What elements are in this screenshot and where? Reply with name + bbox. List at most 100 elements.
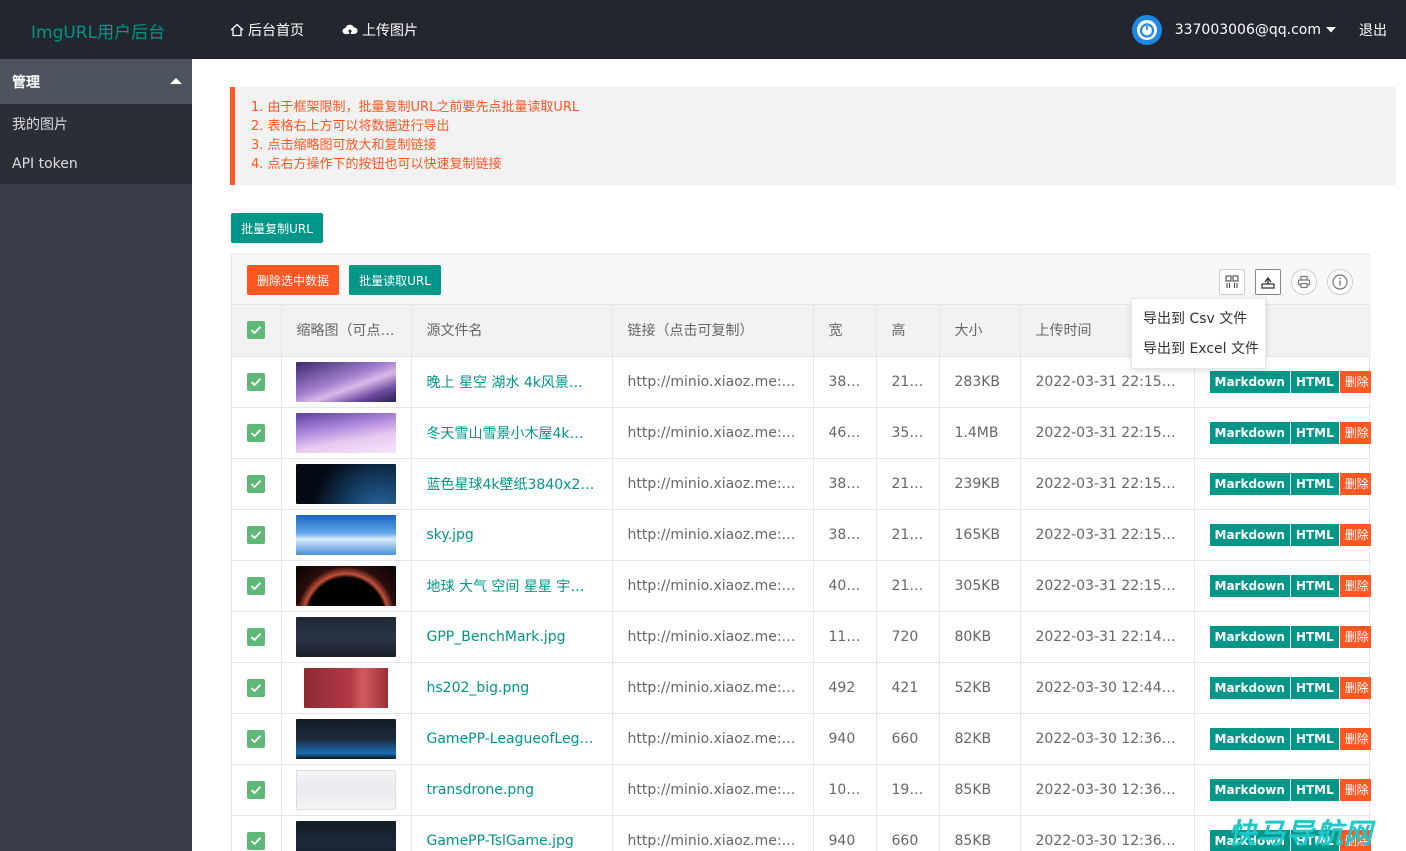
- sidebar-item-my-images[interactable]: 我的图片: [0, 104, 192, 144]
- thumbnail-image[interactable]: [295, 463, 396, 504]
- delete-button[interactable]: 删除: [1339, 421, 1371, 444]
- row-checkbox[interactable]: [247, 831, 265, 850]
- filename-cell[interactable]: 地球 大气 空间 星星 宇宙 4k壁纸.jpg: [411, 560, 613, 612]
- app-logo[interactable]: ImgURL用户后台: [31, 18, 165, 43]
- thumbnail-image[interactable]: [295, 616, 396, 657]
- html-button[interactable]: HTML: [1290, 676, 1340, 699]
- markdown-button[interactable]: Markdown: [1209, 727, 1291, 750]
- link-cell[interactable]: http://minio.xiaoz.me:9000/imgurl/...: [612, 560, 814, 612]
- markdown-button[interactable]: Markdown: [1209, 523, 1291, 546]
- html-button[interactable]: HTML: [1290, 523, 1340, 546]
- delete-button[interactable]: 删除: [1339, 370, 1371, 393]
- row-checkbox-cell[interactable]: [232, 662, 282, 714]
- select-all-cell[interactable]: [232, 305, 282, 357]
- chevron-down-icon[interactable]: [1325, 26, 1337, 34]
- row-checkbox[interactable]: [247, 372, 265, 391]
- link-cell[interactable]: http://minio.xiaoz.me:9000/imgurl/...: [612, 458, 814, 510]
- thumbnail-image[interactable]: [295, 361, 396, 402]
- delete-button[interactable]: 删除: [1339, 472, 1371, 495]
- export-csv-option[interactable]: 导出到 Csv 文件: [1132, 304, 1265, 334]
- thumbnail-image[interactable]: [295, 718, 396, 759]
- html-button[interactable]: HTML: [1290, 421, 1340, 444]
- thumbnail-cell[interactable]: [281, 611, 412, 663]
- nav-upload[interactable]: 上传图片: [342, 20, 418, 40]
- filename-cell[interactable]: sky.jpg: [411, 509, 613, 561]
- link-cell[interactable]: http://minio.xiaoz.me:9000/imgurl/...: [612, 356, 814, 408]
- sidebar-group-manage[interactable]: 管理: [0, 59, 192, 104]
- markdown-button[interactable]: Markdown: [1209, 676, 1291, 699]
- thumbnail-cell[interactable]: [281, 356, 412, 408]
- select-all-checkbox[interactable]: [247, 321, 265, 340]
- row-checkbox[interactable]: [247, 729, 265, 748]
- thumbnail-cell[interactable]: [281, 764, 412, 816]
- filename-cell[interactable]: transdrone.png: [411, 764, 613, 816]
- user-email[interactable]: 337003006@qq.com: [1175, 22, 1321, 38]
- row-checkbox-cell[interactable]: [232, 611, 282, 663]
- thumbnail-image[interactable]: [295, 820, 396, 851]
- batch-copy-url-button[interactable]: 批量复制URL: [231, 213, 323, 243]
- row-checkbox-cell[interactable]: [232, 560, 282, 612]
- logout-link[interactable]: 退出: [1359, 20, 1387, 40]
- print-icon[interactable]: [1291, 269, 1317, 295]
- user-menu[interactable]: 337003006@qq.com 退出: [1131, 0, 1406, 59]
- filename-cell[interactable]: GPP_BenchMark.jpg: [411, 611, 613, 663]
- row-checkbox[interactable]: [247, 780, 265, 799]
- thumbnail-cell[interactable]: [281, 815, 412, 851]
- thumbnail-image[interactable]: [295, 514, 396, 555]
- markdown-button[interactable]: Markdown: [1209, 625, 1291, 648]
- thumbnail-image[interactable]: [295, 565, 396, 606]
- row-checkbox-cell[interactable]: [232, 509, 282, 561]
- thumbnail-image[interactable]: [303, 667, 388, 708]
- delete-button[interactable]: 删除: [1339, 676, 1371, 699]
- thumbnail-cell[interactable]: [281, 458, 412, 510]
- sidebar-item-api-token[interactable]: API token: [0, 144, 192, 184]
- markdown-button[interactable]: Markdown: [1209, 370, 1291, 393]
- thumbnail-image[interactable]: [295, 412, 396, 453]
- delete-button[interactable]: 删除: [1339, 523, 1371, 546]
- filename-cell[interactable]: 蓝色星球4k壁纸3840x2160.jpg: [411, 458, 613, 510]
- thumbnail-cell[interactable]: [281, 407, 412, 459]
- markdown-button[interactable]: Markdown: [1209, 472, 1291, 495]
- row-checkbox-cell[interactable]: [232, 713, 282, 765]
- info-icon[interactable]: [1327, 269, 1353, 295]
- export-icon[interactable]: [1255, 269, 1281, 295]
- thumbnail-image[interactable]: [295, 769, 396, 810]
- html-button[interactable]: HTML: [1290, 778, 1340, 801]
- filename-cell[interactable]: GamePP-LeagueofLegends.png: [411, 713, 613, 765]
- row-checkbox-cell[interactable]: [232, 764, 282, 816]
- html-button[interactable]: HTML: [1290, 727, 1340, 750]
- link-cell[interactable]: http://minio.xiaoz.me:9000/imgurl/...: [612, 407, 814, 459]
- row-checkbox[interactable]: [247, 576, 265, 595]
- link-cell[interactable]: http://minio.xiaoz.me:9000/imgurl/...: [612, 815, 814, 851]
- row-checkbox[interactable]: [247, 423, 265, 442]
- filename-cell[interactable]: hs202_big.png: [411, 662, 613, 714]
- avatar[interactable]: [1131, 14, 1162, 45]
- thumbnail-cell[interactable]: [281, 560, 412, 612]
- row-checkbox[interactable]: [247, 627, 265, 646]
- link-cell[interactable]: http://minio.xiaoz.me:9000/imgurl/...: [612, 662, 814, 714]
- row-checkbox-cell[interactable]: [232, 458, 282, 510]
- row-checkbox[interactable]: [247, 474, 265, 493]
- html-button[interactable]: HTML: [1290, 370, 1340, 393]
- markdown-button[interactable]: Markdown: [1209, 574, 1291, 597]
- link-cell[interactable]: http://minio.xiaoz.me:9000/imgurl/...: [612, 764, 814, 816]
- filename-cell[interactable]: 晚上 星空 湖水 4k风景壁纸.jpg: [411, 356, 613, 408]
- html-button[interactable]: HTML: [1290, 472, 1340, 495]
- delete-button[interactable]: 删除: [1339, 574, 1371, 597]
- nav-home[interactable]: 后台首页: [230, 20, 304, 40]
- delete-button[interactable]: 删除: [1339, 625, 1371, 648]
- thumbnail-cell[interactable]: [281, 713, 412, 765]
- markdown-button[interactable]: Markdown: [1209, 421, 1291, 444]
- link-cell[interactable]: http://minio.xiaoz.me:9000/imgurl/...: [612, 509, 814, 561]
- row-checkbox-cell[interactable]: [232, 407, 282, 459]
- html-button[interactable]: HTML: [1290, 574, 1340, 597]
- export-excel-option[interactable]: 导出到 Excel 文件: [1132, 334, 1265, 364]
- delete-button[interactable]: 删除: [1339, 778, 1371, 801]
- row-checkbox-cell[interactable]: [232, 815, 282, 851]
- batch-read-url-button[interactable]: 批量读取URL: [349, 265, 441, 295]
- markdown-button[interactable]: Markdown: [1209, 778, 1291, 801]
- delete-selected-button[interactable]: 删除选中数据: [247, 265, 339, 295]
- thumbnail-cell[interactable]: [281, 509, 412, 561]
- filename-cell[interactable]: GamePP-TslGame.jpg: [411, 815, 613, 851]
- filename-cell[interactable]: 冬天雪山雪景小木屋4k风景壁纸.jpg: [411, 407, 613, 459]
